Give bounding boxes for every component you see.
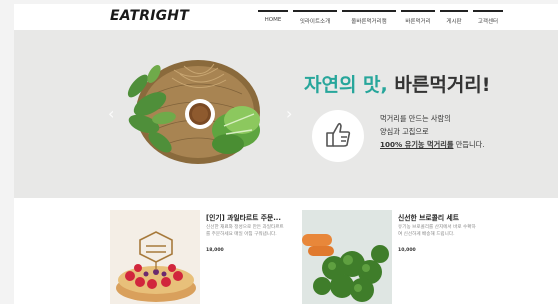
nav-item-support[interactable]: 고객센터 bbox=[473, 10, 503, 25]
hero-title-accent: 자연의 맛, bbox=[304, 74, 388, 96]
thumbs-up-icon bbox=[326, 122, 351, 147]
thumb-badge bbox=[312, 110, 364, 162]
hero-title: 자연의 맛, 바른먹거리! bbox=[304, 70, 490, 97]
nav-item-board[interactable]: 게시판 bbox=[440, 10, 468, 25]
hero-line-2: 양심과 고집으로 bbox=[380, 127, 429, 136]
vegetable-basket-image bbox=[127, 60, 260, 164]
page-frame: EATRIGHT HOME 잇라이트소개 올바른먹거리캠 바른먹거리 게시판 고… bbox=[14, 4, 558, 304]
site-header: EATRIGHT HOME 잇라이트소개 올바른먹거리캠 바른먹거리 게시판 고… bbox=[14, 4, 558, 30]
main-nav: HOME 잇라이트소개 올바른먹거리캠 바른먹거리 게시판 고객센터 bbox=[258, 10, 503, 25]
hero-line-3: 100% 유기농 먹거리를 만듭니다. bbox=[380, 138, 485, 151]
product-price: 18,000 bbox=[206, 248, 224, 253]
broccoli-image bbox=[302, 210, 392, 304]
slider-prev-button[interactable]: ‹ bbox=[108, 104, 114, 123]
hero-line-3-highlight: 100% 유기농 먹거리를 bbox=[380, 140, 454, 149]
nav-item-home[interactable]: HOME bbox=[258, 10, 288, 24]
site-logo[interactable]: EATRIGHT bbox=[110, 8, 189, 24]
product-description: 신선한 재료와 정성으로 만든 과일타르트를 주문하세요 매일 아침 구워냅니다… bbox=[206, 225, 284, 237]
slider-next-button[interactable]: › bbox=[286, 104, 292, 123]
product-title[interactable]: 신선한 브로콜리 세트 bbox=[398, 212, 459, 222]
nav-item-campaign[interactable]: 올바른먹거리캠 bbox=[342, 10, 396, 25]
hero-line-3-rest: 만듭니다. bbox=[453, 140, 485, 149]
nav-item-food[interactable]: 바른먹거리 bbox=[401, 10, 435, 25]
product-price: 10,000 bbox=[398, 248, 416, 253]
product-title[interactable]: [인기] 과일타르트 주문... bbox=[206, 212, 281, 222]
fruit-tart-image bbox=[110, 210, 200, 304]
product-description: 유기농 브로콜리를 산지에서 바로 수확하여 신선하게 배송해 드립니다. bbox=[398, 225, 476, 237]
nav-item-about[interactable]: 잇라이트소개 bbox=[293, 10, 337, 25]
hero-description: 먹거리를 만드는 사람의 양심과 고집으로 100% 유기농 먹거리를 만듭니다… bbox=[380, 112, 485, 151]
hero-banner: ‹ › 자연의 맛, 바른먹거리! 먹거리를 만드는 사람의 양심과 고집으로 … bbox=[14, 30, 558, 198]
hero-line-1: 먹거리를 만드는 사람의 bbox=[380, 114, 451, 123]
hero-title-rest: 바른먹거리! bbox=[387, 74, 491, 96]
